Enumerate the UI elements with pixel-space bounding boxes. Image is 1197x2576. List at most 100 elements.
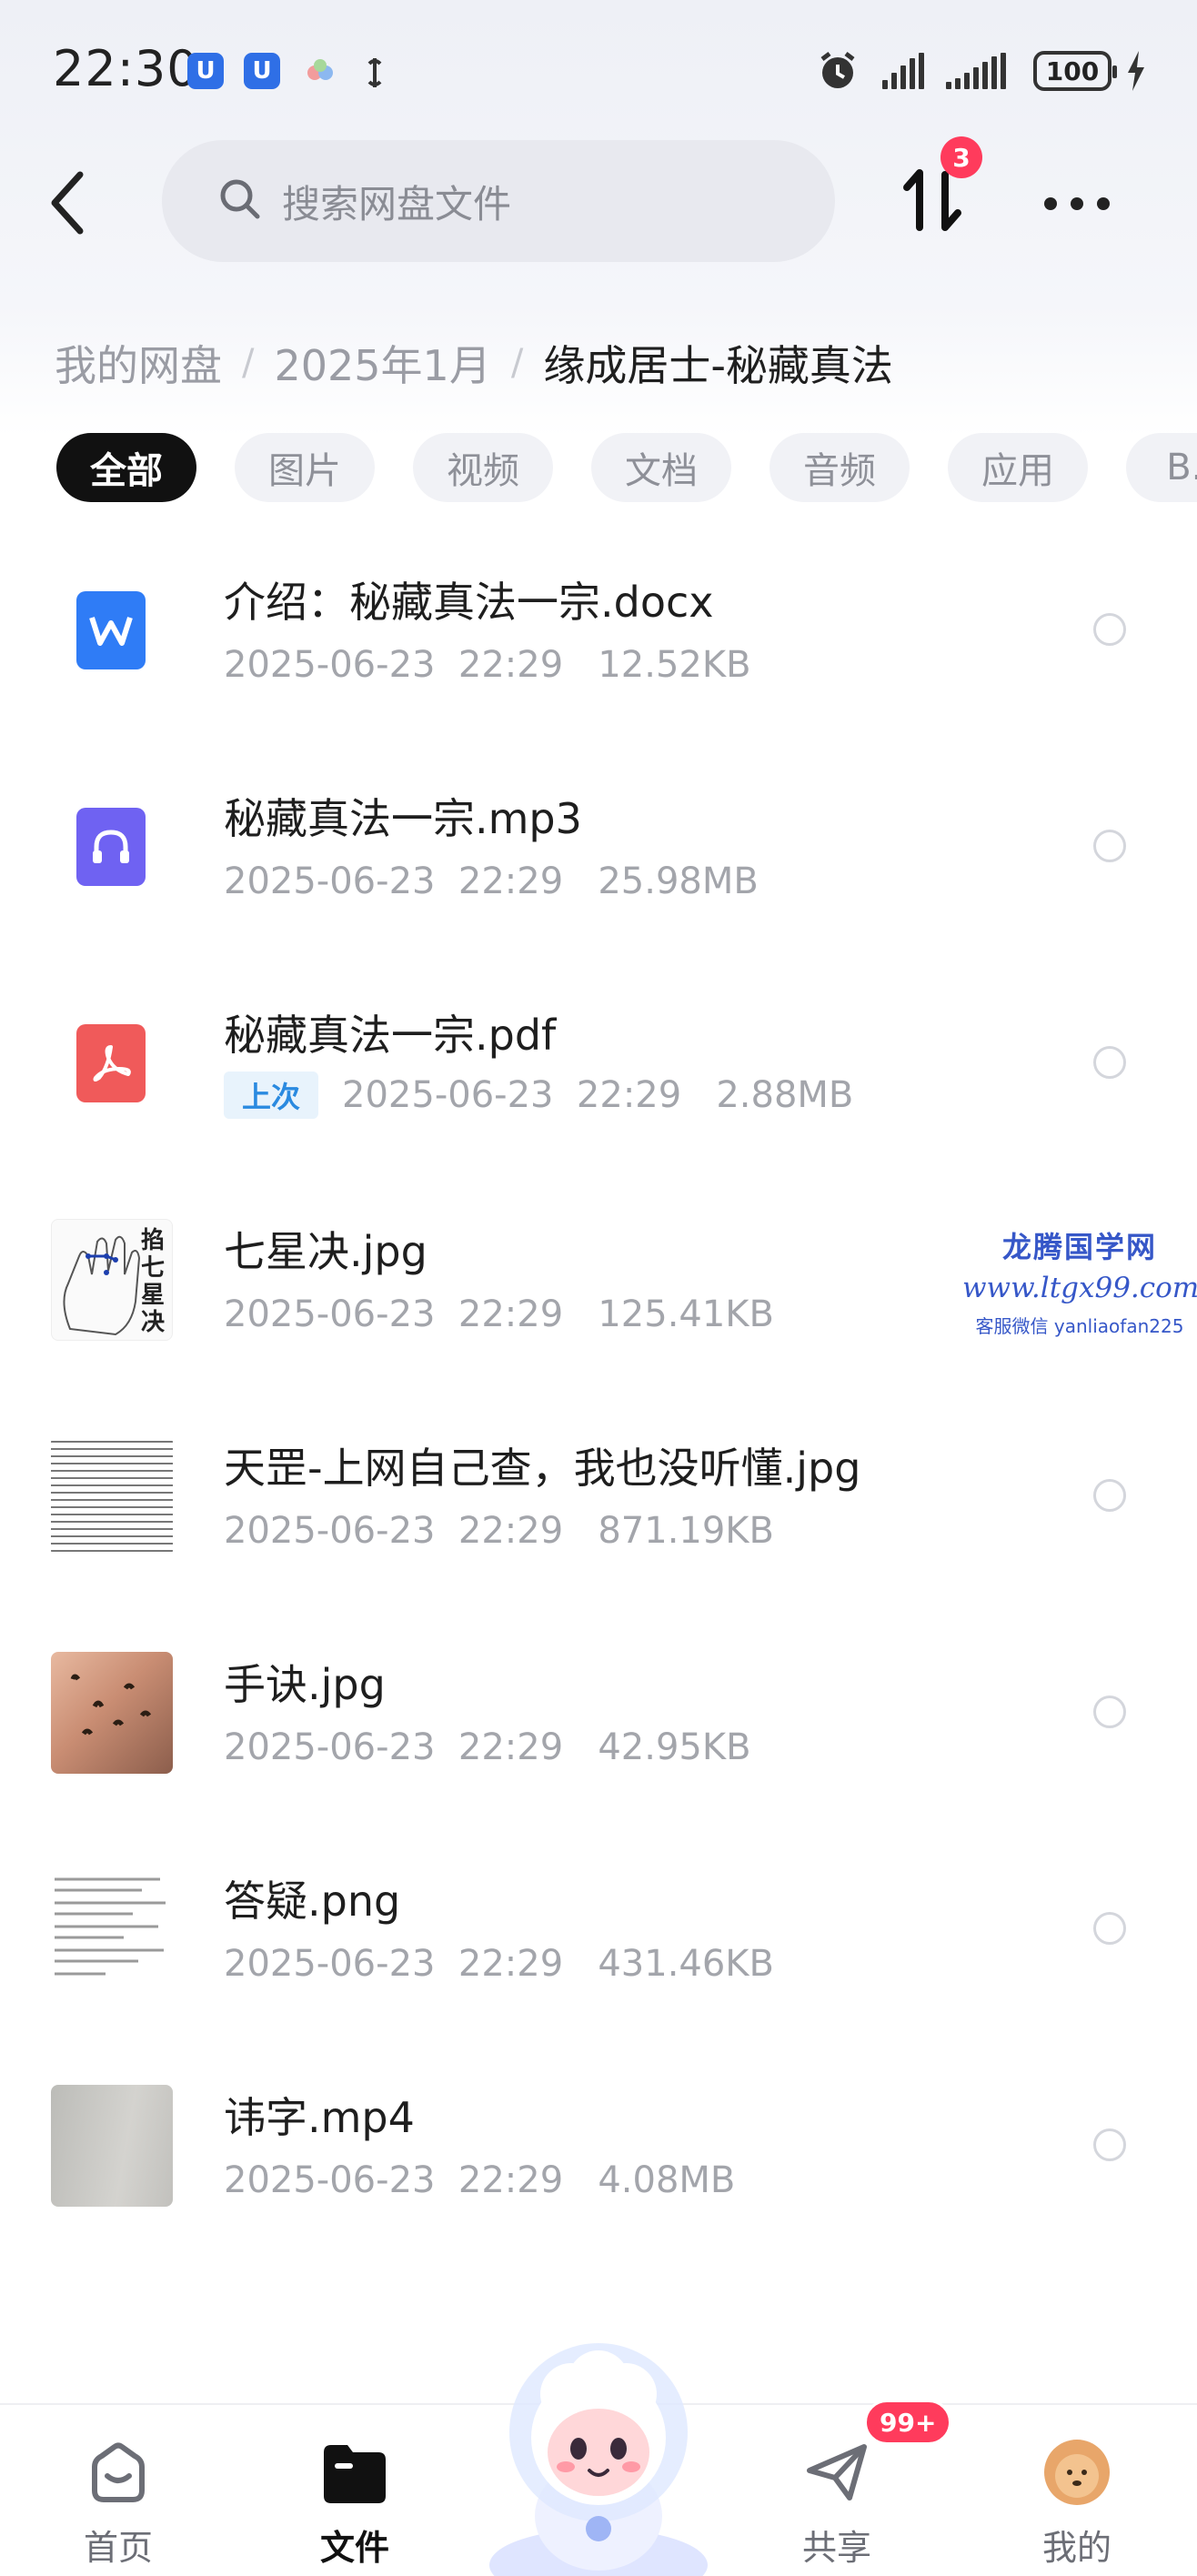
status-time: 22:30 <box>53 40 199 97</box>
select-radio[interactable] <box>1093 1479 1126 1512</box>
file-size: 871.19KB <box>598 1510 774 1552</box>
file-time: 22:29 <box>576 1074 682 1116</box>
status-app-icon: U <box>244 53 280 89</box>
file-size: 125.41KB <box>598 1293 774 1335</box>
battery-icon: 100 <box>1033 45 1117 96</box>
file-name: 介绍：秘藏真法一宗.docx <box>224 578 714 627</box>
nav-files-label: 文件 <box>319 2528 389 2568</box>
file-row[interactable]: 秘藏真法一宗.mp3 2025-06-23 22:29 25.98MB <box>0 739 1197 955</box>
search-icon <box>218 177 262 225</box>
select-radio[interactable] <box>1093 830 1126 862</box>
filter-tabs: 全部 图片 视频 文档 音频 应用 B... <box>56 433 1197 502</box>
breadcrumb-item-my-drive[interactable]: 我的网盘 <box>55 333 222 393</box>
file-date: 2025-06-23 <box>224 1510 436 1552</box>
nav-mine[interactable]: 我的 <box>1004 2405 1150 2576</box>
tab-all[interactable]: 全部 <box>56 433 196 502</box>
file-size: 25.98MB <box>598 860 759 902</box>
search-input[interactable]: 搜索网盘文件 <box>162 140 835 262</box>
thumbnail-caption: 掐七星决 <box>141 1227 166 1336</box>
tab-videos[interactable]: 视频 <box>413 433 553 502</box>
tab-apps[interactable]: 应用 <box>948 433 1088 502</box>
file-meta: 2025-06-23 22:29 4.08MB <box>224 2159 735 2201</box>
breadcrumb-separator: / <box>510 342 524 384</box>
watermark-title: 龙腾国学网 <box>1001 1230 1157 1264</box>
image-thumbnail: 掐七星决 <box>51 1219 173 1341</box>
select-radio[interactable] <box>1093 613 1126 646</box>
tab-images[interactable]: 图片 <box>235 433 375 502</box>
file-name: 手诀.jpg <box>224 1660 386 1709</box>
file-date: 2025-06-23 <box>224 1943 436 1985</box>
select-radio[interactable] <box>1093 1696 1126 1728</box>
file-size: 4.08MB <box>598 2159 736 2201</box>
tab-more[interactable]: B... <box>1126 433 1197 502</box>
cloud-sync-icon <box>302 55 338 98</box>
ai-assistant-mascot[interactable] <box>480 2338 717 2576</box>
file-date: 2025-06-23 <box>224 644 436 686</box>
file-meta: 2025-06-23 22:29 871.19KB <box>224 1510 774 1552</box>
file-time: 22:29 <box>458 1726 564 1768</box>
charging-icon <box>1124 45 1148 96</box>
word-doc-icon <box>76 591 146 669</box>
file-size: 2.88MB <box>716 1074 854 1116</box>
chevron-left-icon <box>51 171 84 235</box>
tab-documents[interactable]: 文档 <box>591 433 731 502</box>
file-row[interactable]: 手诀.jpg 2025-06-23 22:29 42.95KB <box>0 1605 1197 1821</box>
transfer-count-badge: 3 <box>940 136 982 178</box>
file-row[interactable]: 讳字.mp4 2025-06-23 22:29 4.08MB <box>0 2038 1197 2254</box>
file-time: 22:29 <box>458 1510 564 1552</box>
file-name: 讳字.mp4 <box>224 2093 415 2142</box>
more-options-button[interactable] <box>1044 195 1110 213</box>
breadcrumb-separator: / <box>242 342 255 384</box>
select-radio[interactable] <box>1093 1046 1126 1079</box>
dot-icon <box>1044 197 1057 210</box>
nav-share-label: 共享 <box>801 2528 871 2568</box>
breadcrumb-current-folder: 缘成居士-秘藏真法 <box>543 341 893 390</box>
folder-icon <box>324 2445 386 2503</box>
tab-audio[interactable]: 音频 <box>770 433 910 502</box>
status-bar: 22:30 U U 100 <box>0 0 1197 146</box>
file-time: 22:29 <box>458 644 564 686</box>
select-radio[interactable] <box>1093 2128 1126 2161</box>
battery-level: 100 <box>1033 51 1117 91</box>
nav-mine-label: 我的 <box>1041 2528 1112 2568</box>
image-thumbnail <box>51 1868 173 1990</box>
nav-home[interactable]: 首页 <box>45 2405 191 2576</box>
file-size: 42.95KB <box>598 1726 751 1768</box>
breadcrumb: 我的网盘 / 2025年1月 / 缘成居士-秘藏真法 <box>55 331 893 395</box>
watermark: 龙腾国学网 www.ltgx99.com 客服微信 yanliaofan225 <box>962 1224 1197 1338</box>
watermark-url: www.ltgx99.com <box>962 1272 1197 1304</box>
search-placeholder: 搜索网盘文件 <box>282 181 512 226</box>
file-row[interactable]: 秘藏真法一宗.pdf 上次 2025-06-23 22:29 2.88MB <box>0 955 1197 1172</box>
dot-icon <box>1071 197 1083 210</box>
file-row[interactable]: 答疑.png 2025-06-23 22:29 431.46KB <box>0 1821 1197 2038</box>
file-time: 22:29 <box>458 1293 564 1335</box>
status-app-icon: U <box>187 53 224 89</box>
file-date: 2025-06-23 <box>224 860 436 902</box>
file-time: 22:29 <box>458 2159 564 2201</box>
file-name: 答疑.png <box>224 1877 401 1926</box>
file-row[interactable]: 介绍：秘藏真法一宗.docx 2025-06-23 22:29 12.52KB <box>0 522 1197 739</box>
file-row[interactable]: 天罡-上网自己查，我也没听懂.jpg 2025-06-23 22:29 871.… <box>0 1388 1197 1605</box>
nav-files[interactable]: 文件 <box>282 2405 428 2576</box>
file-size: 431.46KB <box>598 1943 774 1985</box>
file-time: 22:29 <box>458 860 564 902</box>
dot-icon <box>1097 197 1110 210</box>
back-button[interactable] <box>40 162 104 244</box>
nfc-icon <box>364 55 386 98</box>
image-thumbnail <box>51 1435 173 1557</box>
send-icon <box>807 2444 867 2501</box>
file-name: 秘藏真法一宗.pdf <box>224 1011 557 1060</box>
file-name: 七星决.jpg <box>224 1227 428 1276</box>
nav-home-label: 首页 <box>83 2528 153 2568</box>
audio-file-icon <box>76 808 146 886</box>
breadcrumb-item-month[interactable]: 2025年1月 <box>274 333 490 393</box>
file-meta: 2025-06-23 22:29 25.98MB <box>224 860 759 902</box>
file-meta: 2025-06-23 22:29 431.46KB <box>224 1943 774 1985</box>
select-radio[interactable] <box>1093 1912 1126 1945</box>
file-date: 2025-06-23 <box>342 1074 554 1116</box>
watermark-contact: 客服微信 yanliaofan225 <box>975 1315 1184 1337</box>
file-meta: 上次 2025-06-23 22:29 2.88MB <box>224 1072 853 1119</box>
acrobat-icon <box>93 1045 131 1082</box>
file-size: 12.52KB <box>598 644 751 686</box>
signal-1-icon <box>882 45 924 96</box>
